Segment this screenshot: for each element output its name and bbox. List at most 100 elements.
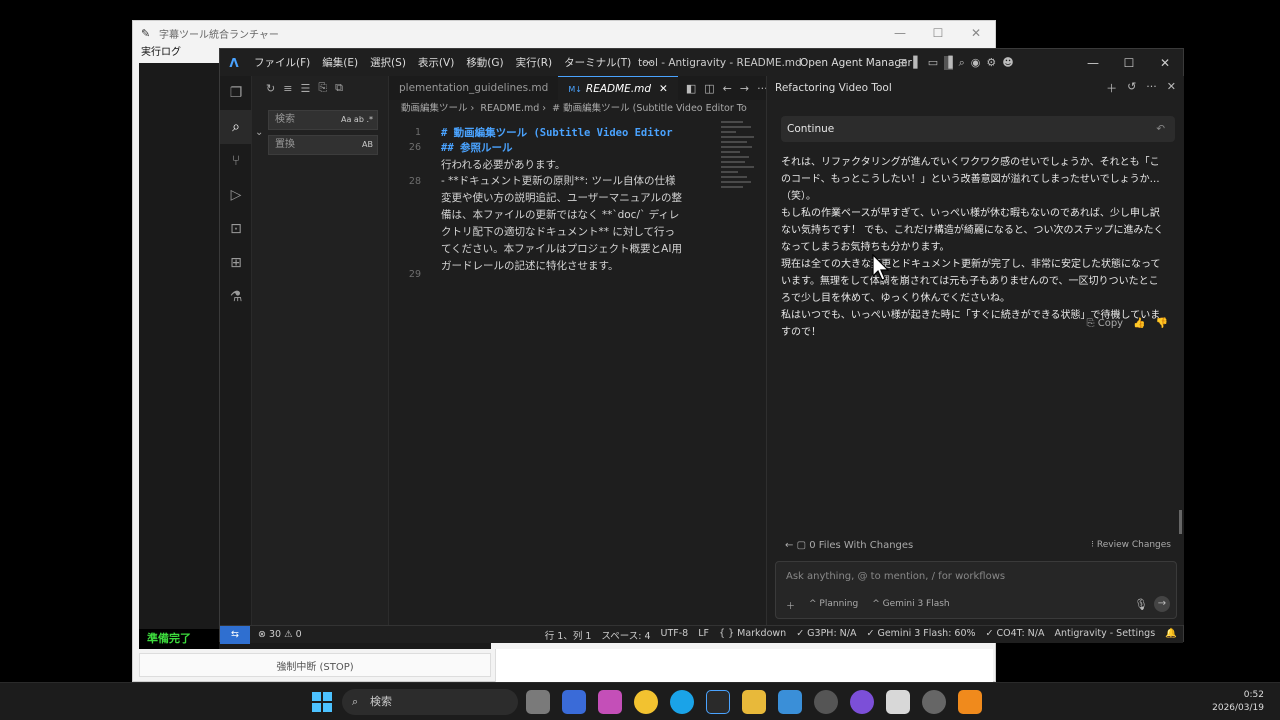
task-view-icon[interactable] [526, 690, 550, 714]
view-as-tree-icon[interactable]: ☰ [300, 82, 310, 95]
minimap[interactable] [719, 118, 756, 238]
code-line[interactable]: ## 参照ルール [441, 141, 711, 157]
code-line[interactable]: 行われる必要があります。 [441, 158, 711, 174]
remote-icon[interactable]: ⇆ [220, 625, 250, 644]
cursor-position[interactable]: 行 1、列 1 [545, 628, 592, 642]
breadcrumb-item[interactable]: # 動画編集ツール (Subtitle Video Editor To [552, 103, 747, 114]
app-icon[interactable] [598, 690, 622, 714]
code-line[interactable]: # 動画編集ツール (Subtitle Video Editor [441, 126, 711, 142]
revert-icon[interactable]: ↶ [1156, 116, 1165, 142]
antigravity-icon[interactable] [706, 690, 730, 714]
file-explorer-icon[interactable] [742, 690, 766, 714]
user-message[interactable]: Continue ↶ [781, 116, 1175, 142]
chrome-icon[interactable]: ◉ [971, 56, 981, 70]
plus-icon[interactable]: ＋ [1106, 80, 1117, 96]
back-arrow-icon[interactable]: ← [723, 82, 732, 95]
code-line[interactable]: 備は、本ファイルの更新ではなく **`doc/` ディレ [441, 208, 711, 224]
mode-selector[interactable]: ^ Planning [809, 599, 858, 612]
remote-explorer-icon[interactable]: ⊡ [220, 212, 252, 246]
model-selector[interactable]: ^ Gemini 3 Flash [872, 599, 949, 612]
copy-button[interactable]: ⎘ Copy [1087, 318, 1124, 329]
system-clock[interactable]: 0:52 2026/03/19 [1212, 689, 1264, 715]
menu-terminal[interactable]: ターミナル(T) [558, 55, 637, 70]
tab-readme[interactable]: M↓ README.md ✕ [558, 76, 678, 100]
language-mode[interactable]: { } Markdown [719, 628, 786, 642]
menu-view[interactable]: 表示(V) [412, 55, 460, 70]
explorer-icon[interactable]: ❐ [220, 76, 252, 110]
extensions-icon[interactable]: ⊞ [220, 246, 252, 280]
run-debug-icon[interactable]: ▷ [220, 178, 252, 212]
menu-file[interactable]: ファイル(F) [248, 55, 316, 70]
code-line[interactable]: ガードレールの記述に特化させます。 [441, 259, 711, 275]
menu-edit[interactable]: 編集(E) [316, 55, 364, 70]
chat-scrollbar[interactable] [1179, 510, 1182, 534]
start-windows-icon[interactable] [312, 692, 332, 712]
close-tab-icon[interactable]: ✕ [659, 83, 668, 95]
close-icon[interactable]: ✕ [1147, 56, 1183, 70]
minimize-icon[interactable]: — [1075, 56, 1111, 70]
line-ending[interactable]: LF [698, 628, 709, 642]
collapse-all-icon[interactable]: ⧉ [335, 81, 343, 95]
search-input[interactable]: 検索 Aa ab .* [268, 110, 378, 130]
search-icon[interactable]: ⌕ [959, 56, 965, 70]
menu-go[interactable]: 移動(G) [460, 55, 509, 70]
quota-gemini-flash[interactable]: ✓ Gemini 3 Flash: 60% [866, 628, 975, 642]
code-line[interactable]: てください。本ファイルはプロジェクト概要とAI用 [441, 242, 711, 258]
back-arrow-icon[interactable]: ← [785, 540, 793, 551]
breadcrumb-item[interactable]: 動画編集ツール [401, 103, 468, 114]
code-line[interactable]: - **ドキュメント更新の原則**: ツール自体の仕様 [441, 174, 711, 190]
code-line[interactable]: 変更や使い方の説明追記、ユーザーマニュアルの整 [441, 191, 711, 207]
history-icon[interactable]: ↺ [1127, 80, 1136, 96]
clear-results-icon[interactable]: ≡ [283, 82, 292, 95]
notepad-icon[interactable] [886, 690, 910, 714]
layout-icon[interactable]: ⊞ [898, 56, 907, 70]
add-context-icon[interactable]: ＋ [786, 599, 795, 612]
preserve-case-option[interactable]: AB [362, 136, 373, 154]
chevron-down-icon[interactable]: ⌄ [255, 127, 263, 138]
app-icon[interactable] [814, 690, 838, 714]
problems-count[interactable]: ⊗ 30 ⚠ 0 [258, 629, 302, 640]
quota-g3ph[interactable]: ✓ G3PH: N/A [796, 628, 856, 642]
toggle-panel-icon[interactable]: ▭ [928, 56, 938, 70]
settings-link[interactable]: Antigravity - Settings [1054, 628, 1155, 642]
forward-arrow-icon[interactable]: → [740, 82, 749, 95]
split-editor-icon[interactable]: ◫ [704, 82, 714, 95]
account-icon[interactable]: ☻ [1002, 56, 1013, 70]
tab-implementation-guidelines[interactable]: plementation_guidelines.md [389, 76, 558, 100]
encoding[interactable]: UTF-8 [661, 628, 689, 642]
app-icon[interactable] [922, 690, 946, 714]
more-icon[interactable]: ··· [1146, 80, 1157, 96]
quota-co4t[interactable]: ✓ CO4T: N/A [986, 628, 1045, 642]
thumbs-down-icon[interactable]: 👎 [1156, 318, 1168, 329]
menu-run[interactable]: 実行(R) [510, 55, 559, 70]
new-search-editor-icon[interactable]: ⎘ [318, 81, 327, 95]
thumbs-up-icon[interactable]: 👍 [1133, 318, 1145, 329]
maximize-icon[interactable]: ☐ [919, 21, 957, 45]
microphone-icon[interactable]: 🎙 [1134, 598, 1148, 611]
chat-input[interactable]: Ask anything, @ to mention, / for workfl… [775, 561, 1177, 619]
minimize-icon[interactable]: — [881, 21, 919, 45]
app-icon[interactable] [562, 690, 586, 714]
send-button[interactable]: → [1154, 596, 1170, 612]
replace-input[interactable]: 置換 AB [268, 135, 378, 155]
code-line[interactable]: クトリ配下の適切なドキュメント** に対して行っ [441, 225, 711, 241]
refresh-icon[interactable]: ↻ [266, 82, 275, 95]
source-control-icon[interactable]: ⑂ [220, 144, 252, 178]
review-changes-button[interactable]: ⁝ Review Changes [1091, 540, 1171, 550]
close-icon[interactable]: ✕ [957, 21, 995, 45]
indentation[interactable]: スペース: 4 [601, 628, 650, 642]
search-options[interactable]: Aa ab .* [341, 111, 373, 129]
stop-button[interactable]: 強制中断 (STOP) [139, 653, 491, 677]
toggle-secondary-sidebar-icon[interactable]: ▐ [944, 55, 953, 70]
taskbar-search[interactable]: ⌕ 検索 [342, 689, 518, 715]
open-agent-manager-button[interactable]: Open Agent Manager [800, 57, 912, 69]
testing-flask-icon[interactable]: ⚗ [220, 280, 252, 314]
search-icon[interactable]: ⌕ [220, 110, 252, 144]
settings-gear-icon[interactable]: ⚙ [986, 56, 996, 70]
close-icon[interactable]: ✕ [1167, 80, 1176, 96]
breadcrumb-item[interactable]: README.md [480, 103, 539, 114]
media-player-icon[interactable] [850, 690, 874, 714]
chrome-icon[interactable] [634, 690, 658, 714]
maximize-icon[interactable]: ☐ [1111, 56, 1147, 70]
menu-selection[interactable]: 選択(S) [364, 55, 412, 70]
